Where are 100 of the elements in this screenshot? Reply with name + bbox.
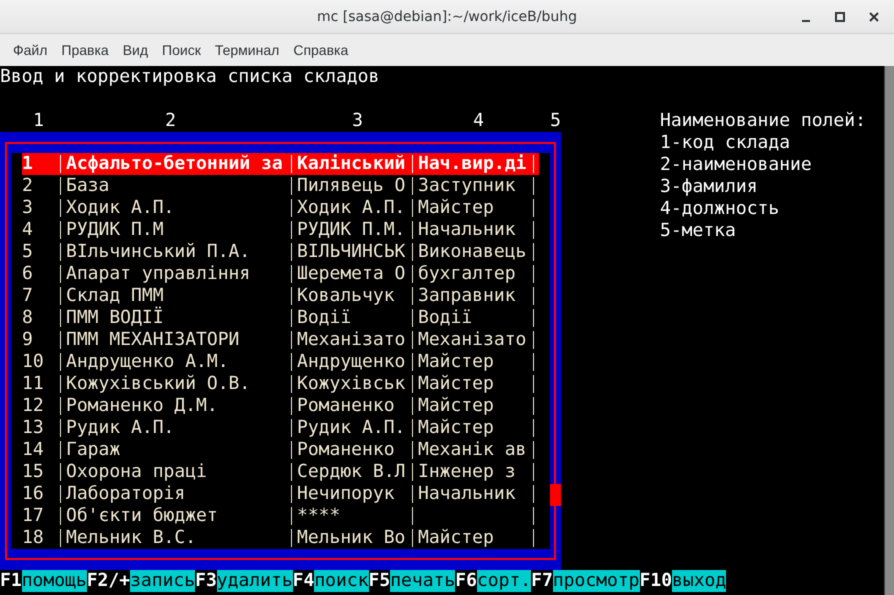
table-cell-text: Ковальчук <box>297 285 396 307</box>
table-cell-text: Сердюк В.Л <box>297 461 406 483</box>
window-title: mc [sasa@debian]:~/work/iceB/buhg <box>317 8 577 24</box>
table-row[interactable]: 13 Рудик А.П. Рудик А.П. Майстер <box>22 417 539 439</box>
table-cell: Механізато <box>418 329 526 350</box>
function-key: F2/+ <box>86 570 130 592</box>
table-cell: Механік ав <box>418 439 526 460</box>
function-key-label[interactable]: просмотр <box>552 570 640 592</box>
column-number: 4 <box>473 110 484 132</box>
table-cell-text: 13 <box>22 417 45 439</box>
function-key-label[interactable]: поиск <box>314 570 369 592</box>
table-row[interactable]: 7 Склад ПММ Ковальчук Заправник <box>22 285 539 307</box>
table-cell-text: ПММ ВОДІЇ <box>66 307 165 329</box>
table-cell-text: Калінський <box>297 153 406 175</box>
function-key-label[interactable]: выход <box>672 570 726 592</box>
legend-item: 3-фамилия <box>660 176 758 198</box>
table-cell-text: 4 <box>22 219 34 241</box>
table-row[interactable]: 3 Ходик А.П. Ходик А.П. Майстер <box>22 197 539 219</box>
table-cell: Водії <box>418 307 472 328</box>
table-cell: Інженер з <box>418 461 516 482</box>
table-cell-text: 15 <box>22 461 45 483</box>
table-cell-text: Романенко Д.М. <box>66 395 219 417</box>
column-number: 5 <box>550 110 561 132</box>
table-cell-text: РУДИК П.М <box>66 219 165 241</box>
menu-item[interactable]: Правка <box>54 42 116 58</box>
table-cell-text: Об'єкти бюджет <box>66 505 219 527</box>
table-cell-text: РУДИК П.М. <box>297 219 406 241</box>
table-cell-text: Кожухівський О.В. <box>66 373 252 395</box>
function-key-label[interactable]: помощь <box>22 570 87 592</box>
table-cell-text: Мельник В.С. <box>66 527 198 549</box>
function-key: F3 <box>195 570 217 592</box>
menu-item[interactable]: Справка <box>286 42 356 58</box>
scroll-thumb[interactable] <box>550 484 561 506</box>
table-cell-text: 8 <box>22 307 34 329</box>
function-key: F6 <box>455 570 477 592</box>
table-row[interactable]: 18 Мельник В.С. Мельник Во Майстер <box>22 527 539 549</box>
table-cell-text: 5 <box>22 241 34 263</box>
table-cell: Заступник <box>418 175 516 196</box>
table-cell-text: 7 <box>22 285 34 307</box>
table-row[interactable]: 10 Андрущенко А.М. Андрущенко Майстер <box>22 351 539 373</box>
table-cell-text: 9 <box>22 329 34 351</box>
table-cell-text: Ходик А.П. <box>297 197 406 219</box>
function-key: F5 <box>368 570 390 592</box>
scrollbar[interactable] <box>884 66 894 595</box>
legend-item: 5-метка <box>660 220 736 242</box>
menu-item[interactable]: Терминал <box>208 42 286 58</box>
close-icon[interactable] <box>868 11 880 23</box>
function-key-label[interactable]: удалить <box>216 570 293 592</box>
table-row[interactable]: 16 Лабораторія Нечипорук Начальник <box>22 483 539 505</box>
legend-item: 1-код склада <box>660 132 790 154</box>
menu-item[interactable]: Поиск <box>155 42 208 58</box>
legend-item: 2-наименование <box>660 154 812 176</box>
maximize-icon[interactable] <box>834 11 846 23</box>
table-cell-text: 17 <box>22 505 45 527</box>
table-row[interactable]: 15 Охорона праці Сердюк В.Л Інженер з <box>22 461 539 483</box>
table-cell: Майстер <box>418 351 494 372</box>
table-cell-text: 6 <box>22 263 34 285</box>
function-key-label[interactable]: сорт. <box>476 570 532 592</box>
function-key-label[interactable]: запись <box>130 570 196 592</box>
menu-item[interactable]: Вид <box>116 42 156 58</box>
table-row[interactable]: 14 Гараж Романенко Механік ав <box>22 439 539 461</box>
table-cell-text: Кожухівськ <box>297 373 406 395</box>
menu-item[interactable]: Файл <box>6 42 54 58</box>
table-cell: Майстер <box>418 197 494 218</box>
table-cell: Майстер <box>418 527 494 548</box>
function-key: F4 <box>292 570 314 592</box>
table-row[interactable]: 9 ПММ МЕХАНІЗАТОРИ Механізато Механізато <box>22 329 539 351</box>
table-cell-text: 18 <box>22 527 45 549</box>
table-cell: Майстер <box>418 395 494 416</box>
table-row[interactable]: 17 Об'єкти бюджет **** <box>22 505 539 527</box>
table-cell: Нач.вир.ді <box>418 153 526 174</box>
function-key: F10 <box>640 570 672 592</box>
table-row[interactable]: 2 База Пилявець О Заступник <box>22 175 539 197</box>
table-row[interactable]: 11 Кожухівський О.В. Кожухівськ Майстер <box>22 373 539 395</box>
legend-title: Наименование полей: <box>660 110 866 132</box>
table-cell: Начальник <box>418 483 516 504</box>
table-row[interactable]: 1 Асфальто-бетонний за Калінський Нач.вир.ді <box>22 153 539 175</box>
table-cell-text: Шеремета О <box>297 263 406 285</box>
table-cell-text: Романенко <box>297 439 396 461</box>
table-cell-text: Механізато <box>297 329 406 351</box>
table-row[interactable]: 4 РУДИК П.М РУДИК П.М. Начальник <box>22 219 539 241</box>
column-number: 1 <box>33 110 44 132</box>
table-cell-text: 16 <box>22 483 45 505</box>
table-cell-text: ПММ МЕХАНІЗАТОРИ <box>66 329 240 351</box>
function-key-label[interactable]: печать <box>390 570 456 592</box>
table-cell: Майстер <box>418 373 494 394</box>
table-row[interactable]: 6 Апарат управління Шеремета О бухгалтер <box>22 263 539 285</box>
table-row[interactable]: 5 ВІльчинський П.А. ВІЛЬЧИНСЬК Виконавець <box>22 241 539 263</box>
table-cell-text: База <box>66 175 110 197</box>
table-cell-text: 3 <box>22 197 34 219</box>
table-row[interactable]: 12 Романенко Д.М. Романенко Майстер <box>22 395 539 417</box>
table-cell: Виконавець <box>418 241 526 262</box>
table-cell-text: Гараж <box>66 439 122 461</box>
table-cell-text: Охорона праці <box>66 461 208 483</box>
table-cell-text: 11 <box>22 373 45 395</box>
table-row[interactable]: 8 ПММ ВОДІЇ Водії Водії <box>22 307 539 329</box>
screen-heading: Ввод и корректировка списка складов <box>0 66 380 88</box>
table-cell-text: 14 <box>22 439 45 461</box>
table-cell-text: ВІльчинський П.А. <box>66 241 252 263</box>
table-cell-text: Апарат управління <box>66 263 252 285</box>
